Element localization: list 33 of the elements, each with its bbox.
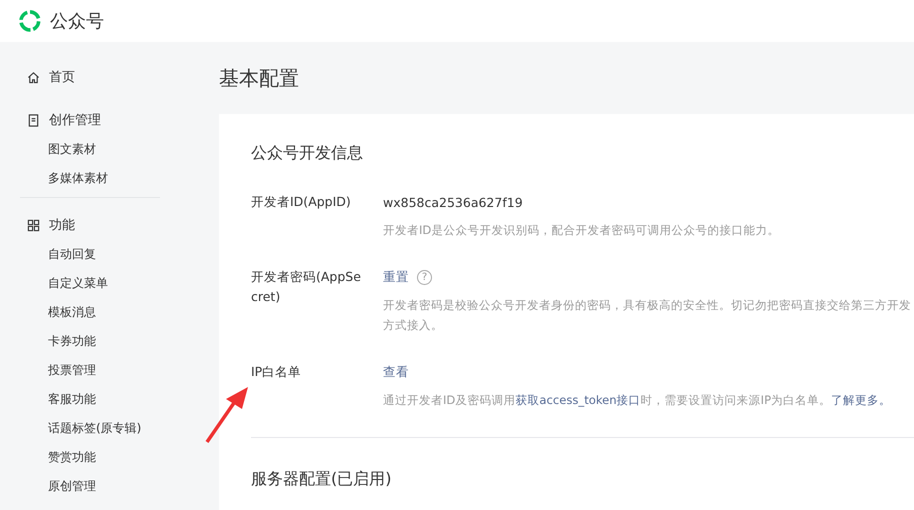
field-value: wx858ca2536a627f19 bbox=[383, 194, 523, 210]
action-link[interactable]: 查看 bbox=[383, 364, 409, 380]
page-title: 基本配置 bbox=[219, 65, 300, 92]
section-title: 服务器配置(已启用) bbox=[251, 468, 392, 490]
logo-icon bbox=[17, 8, 43, 34]
field-description: 开发者密码是校验公众号开发者身份的密码，具有极高的安全性。切记勿把密码直接交给第三方开发 bbox=[383, 298, 911, 312]
field-label: 开发者ID(AppID) bbox=[251, 193, 352, 211]
field-description: 通过开发者ID及密码调用获取access_token接口时，需要设置访问来源IP为白名单。 bbox=[383, 393, 832, 407]
field-label: IP白名单 bbox=[251, 363, 302, 381]
sidebar-item[interactable]: 原创管理 bbox=[0, 476, 190, 505]
section-title: 公众号开发信息 bbox=[251, 142, 364, 164]
document-icon bbox=[27, 114, 40, 126]
learn-more-link[interactable]: 了解更多。 bbox=[831, 393, 892, 407]
sidebar-item[interactable]: 卡券功能 bbox=[0, 331, 190, 360]
sidebar-item[interactable]: 模板消息 bbox=[0, 302, 190, 331]
sidebar-group-label[interactable]: 功能 bbox=[49, 216, 75, 234]
field-description: 开发者ID是公众号开发识别码，配合开发者密码可调用公众号的接口能力。 bbox=[383, 223, 780, 237]
sidebar-item[interactable]: 自定义菜单 bbox=[0, 273, 190, 302]
sidebar-item[interactable]: 赞赏功能 bbox=[0, 447, 190, 476]
grid-icon bbox=[27, 218, 40, 232]
sidebar-item[interactable]: 话题标签(原专辑) bbox=[0, 418, 190, 447]
sidebar-item[interactable]: 客服功能 bbox=[0, 389, 190, 418]
field-description: 方式接入。 bbox=[383, 318, 443, 332]
sidebar-item[interactable]: 图文素材 bbox=[0, 139, 190, 168]
sidebar-item[interactable]: 多媒体素材 bbox=[0, 168, 190, 197]
home-icon bbox=[27, 70, 40, 84]
sidebar-group-label[interactable]: 创作管理 bbox=[49, 111, 101, 129]
sidebar-item[interactable]: 投票管理 bbox=[0, 360, 190, 389]
action-link[interactable]: 重置 bbox=[383, 268, 409, 286]
field-label: 开发者密码(AppSecret) bbox=[251, 268, 362, 306]
sidebar-group-label[interactable]: 首页 bbox=[49, 68, 75, 86]
brand-name: 公众号 bbox=[50, 10, 104, 33]
sidebar-item[interactable]: 自动回复 bbox=[0, 244, 190, 273]
